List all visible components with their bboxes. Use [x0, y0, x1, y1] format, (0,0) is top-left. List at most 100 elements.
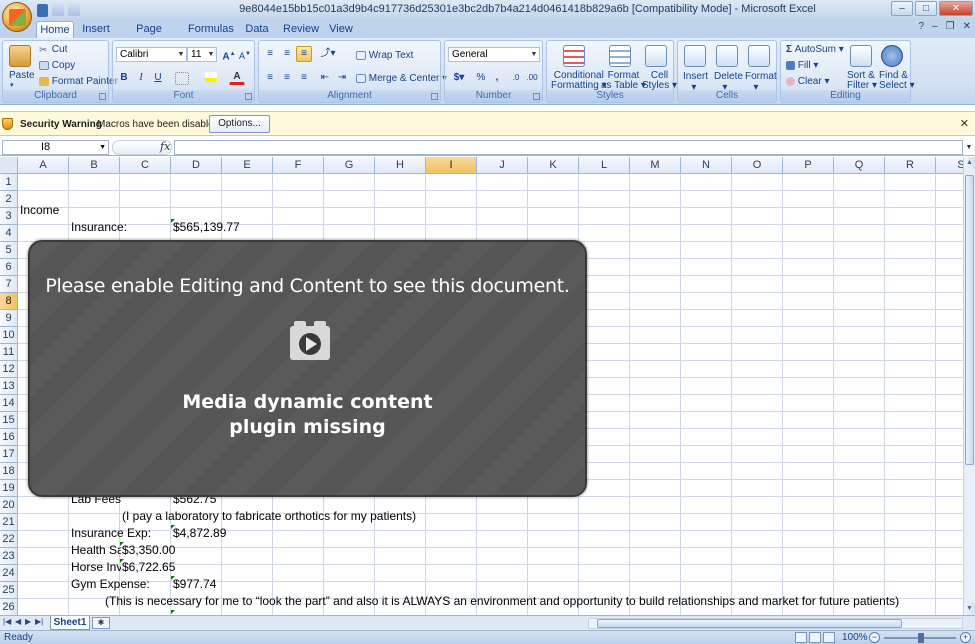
cell-styles-button[interactable]: Cell Styles ▾ [642, 71, 677, 91]
align-middle-button[interactable]: ≡ [279, 46, 295, 62]
increase-decimal-button[interactable]: .0 [508, 70, 524, 86]
cell-d4[interactable]: $565,139.77 [173, 219, 240, 236]
paste-dropdown-icon[interactable]: ▾ [10, 81, 14, 89]
row-header-3[interactable]: 3 [0, 208, 18, 225]
cell-c24[interactable]: $6,722.65 [122, 559, 175, 576]
column-header-p[interactable]: P [783, 157, 834, 174]
first-sheet-arrow[interactable]: |◀ [3, 617, 11, 626]
tab-data[interactable]: Data [244, 21, 270, 38]
row-header-23[interactable]: 23 [0, 548, 18, 565]
row-header-2[interactable]: 2 [0, 191, 18, 208]
increase-indent-button[interactable]: ⇥ [334, 70, 350, 86]
row-header-18[interactable]: 18 [0, 463, 18, 480]
row-header-5[interactable]: 5 [0, 242, 18, 259]
sort-filter-button[interactable]: Sort & Filter ▾ [847, 71, 877, 91]
cell-b25[interactable]: Gym Expense: [71, 576, 150, 593]
column-header-e[interactable]: E [222, 157, 273, 174]
merge-center-button[interactable]: Merge & Center ▾ [356, 73, 447, 84]
insert-sheet-icon[interactable]: ✱ [92, 617, 110, 629]
row-header-17[interactable]: 17 [0, 446, 18, 463]
prev-sheet-arrow[interactable]: ◀ [15, 617, 21, 626]
column-header-q[interactable]: Q [834, 157, 885, 174]
close-button[interactable]: ✕ [939, 1, 973, 16]
next-sheet-arrow[interactable]: ▶ [25, 617, 31, 626]
decrease-indent-button[interactable]: ⇤ [317, 70, 333, 86]
cell-a3[interactable]: Income [20, 202, 59, 219]
column-header-k[interactable]: K [528, 157, 579, 174]
column-header-m[interactable]: M [630, 157, 681, 174]
row-header-6[interactable]: 6 [0, 259, 18, 276]
shrink-font-button[interactable]: A▼ [237, 46, 253, 62]
format-painter-button[interactable]: Format Painter [39, 76, 118, 87]
grow-font-button[interactable]: A▲ [221, 46, 237, 62]
row-header-8[interactable]: 8 [0, 293, 18, 310]
page-layout-view-button[interactable] [809, 632, 821, 643]
autosum-button[interactable]: Σ AutoSum ▾ [786, 44, 844, 55]
formula-input[interactable] [174, 140, 963, 155]
scroll-down-arrow[interactable]: ▼ [964, 603, 975, 615]
zoom-out-button[interactable]: − [869, 632, 880, 643]
cell-c21[interactable]: (I pay a laboratory to fabricate orthoti… [122, 508, 416, 525]
column-header-g[interactable]: G [324, 157, 375, 174]
cell-b22[interactable]: Insurance Exp: [71, 525, 151, 542]
row-header-9[interactable]: 9 [0, 310, 18, 327]
row-header-26[interactable]: 26 [0, 599, 18, 615]
expand-formula-icon[interactable]: ▼ [964, 140, 974, 155]
maximize-button[interactable]: □ [915, 1, 937, 16]
borders-button[interactable] [175, 72, 189, 85]
fill-color-button[interactable] [203, 70, 219, 86]
last-sheet-arrow[interactable]: ▶| [35, 617, 43, 626]
scroll-up-arrow[interactable]: ▲ [964, 157, 975, 169]
row-header-20[interactable]: 20 [0, 497, 18, 514]
align-right-button[interactable]: ≡ [296, 70, 312, 86]
cell-c23[interactable]: $3,350.00 [122, 542, 175, 559]
cut-button[interactable]: ✂ Cut [39, 44, 67, 56]
cell-d22[interactable]: $4,872.89 [173, 525, 226, 542]
tab-view[interactable]: View [328, 21, 354, 38]
find-select-button[interactable]: Find & Select ▾ [879, 71, 915, 91]
clipboard-launcher-icon[interactable] [99, 93, 106, 100]
number-launcher-icon[interactable] [533, 93, 540, 100]
doc-minimize-button[interactable]: – [932, 21, 938, 32]
column-header-h[interactable]: H [375, 157, 426, 174]
row-header-19[interactable]: 19 [0, 480, 18, 497]
select-all-corner[interactable] [0, 157, 18, 174]
name-box[interactable]: I8 ▼ [2, 140, 109, 155]
row-header-16[interactable]: 16 [0, 429, 18, 446]
number-format-select[interactable]: General ▼ [448, 47, 540, 62]
row-header-25[interactable]: 25 [0, 582, 18, 599]
row-header-1[interactable]: 1 [0, 174, 18, 191]
cell-b26[interactable]: (This is necessary for me to “look the p… [105, 593, 899, 610]
orientation-button[interactable]: ⤴▾ [317, 46, 339, 62]
wrap-text-button[interactable]: Wrap Text [356, 50, 413, 61]
format-as-table-button[interactable]: Format as Table ▾ [601, 71, 646, 91]
column-header-s[interactable]: S [936, 157, 963, 174]
normal-view-button[interactable] [795, 632, 807, 643]
column-header-d[interactable]: D [171, 157, 222, 174]
cell-d25[interactable]: $977.74 [173, 576, 216, 593]
fill-button[interactable]: Fill ▾ [786, 60, 818, 71]
doc-restore-button[interactable]: ❐ [946, 21, 955, 32]
align-center-button[interactable]: ≡ [279, 70, 295, 86]
tab-formulas[interactable]: Formulas [188, 21, 234, 38]
tab-page-layout[interactable]: Page Layout [121, 21, 177, 51]
tab-insert[interactable]: Insert [80, 21, 112, 38]
row-header-22[interactable]: 22 [0, 531, 18, 548]
align-bottom-button[interactable]: ≡ [296, 46, 312, 62]
italic-button[interactable]: I [133, 70, 149, 86]
percent-button[interactable]: % [473, 70, 489, 86]
column-header-r[interactable]: R [885, 157, 936, 174]
bold-button[interactable]: B [116, 70, 132, 86]
row-header-11[interactable]: 11 [0, 344, 18, 361]
column-header-i[interactable]: I [426, 157, 477, 174]
horizontal-scroll-thumb[interactable] [597, 619, 902, 628]
column-header-a[interactable]: A [18, 157, 69, 174]
tab-home[interactable]: Home [36, 21, 74, 38]
underline-button[interactable]: U [150, 70, 166, 86]
zoom-level[interactable]: 100% [842, 632, 868, 643]
paste-icon[interactable] [9, 45, 31, 67]
column-header-f[interactable]: F [273, 157, 324, 174]
column-header-o[interactable]: O [732, 157, 783, 174]
row-header-10[interactable]: 10 [0, 327, 18, 344]
font-color-button[interactable]: A [229, 70, 245, 85]
